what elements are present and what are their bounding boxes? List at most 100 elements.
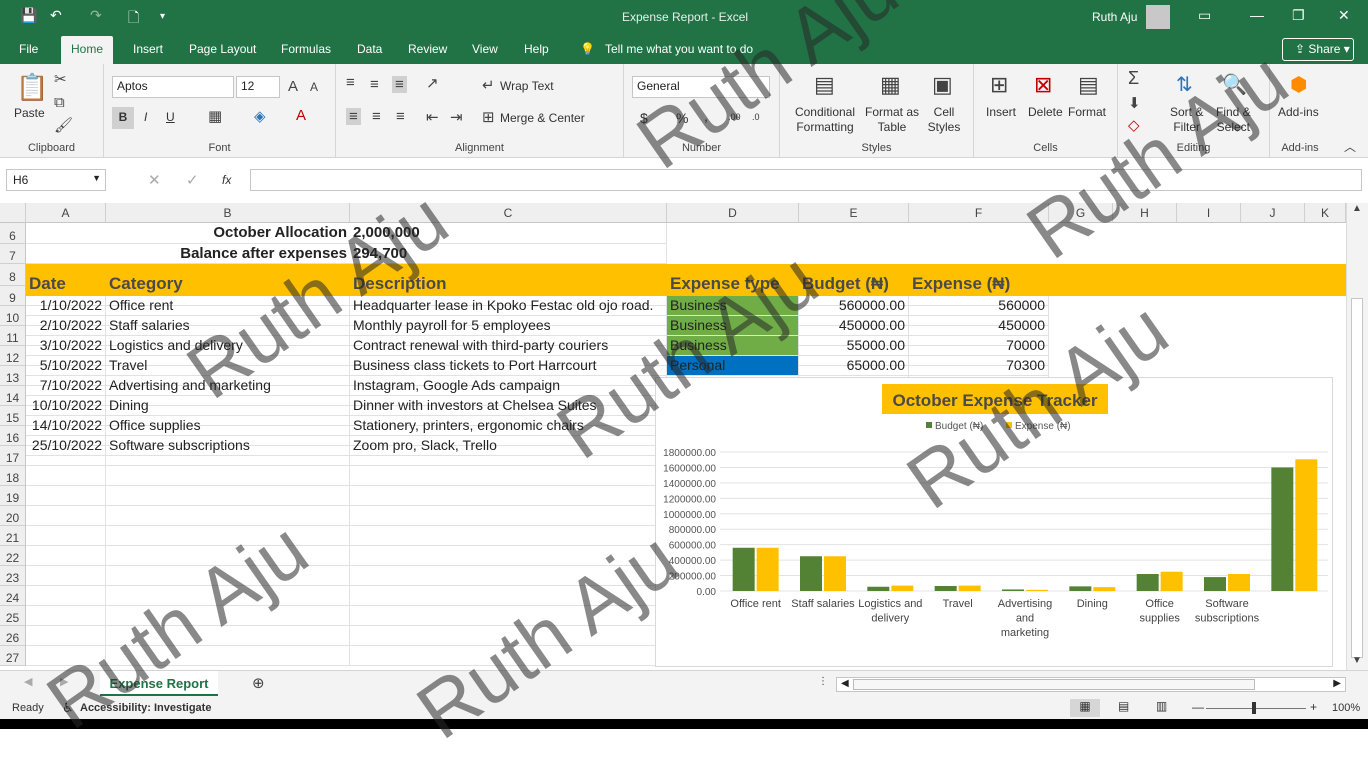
grid-cell[interactable] xyxy=(350,626,667,646)
grid-cell[interactable] xyxy=(350,486,667,506)
row-header[interactable]: 17 xyxy=(0,446,26,466)
share-button[interactable]: ⇪ Share ▾ xyxy=(1282,38,1354,61)
column-header[interactable]: F xyxy=(909,203,1049,223)
horizontal-scrollbar[interactable]: ◀ ▶ xyxy=(836,677,1346,692)
row-header[interactable]: 16 xyxy=(0,426,26,446)
table-cell[interactable]: Headquarter lease in Kpoko Festac old oj… xyxy=(350,296,667,316)
row-header[interactable]: 13 xyxy=(0,366,26,386)
sheet-tab-expense-report[interactable]: Expense Report xyxy=(100,671,218,696)
format-as-table-button[interactable]: Format as Table xyxy=(862,105,922,135)
table-cell[interactable]: Business class tickets to Port Harrcourt xyxy=(350,356,667,376)
row-header[interactable]: 27 xyxy=(0,646,26,666)
insert-cells-icon[interactable]: ⊞ xyxy=(990,72,1008,98)
cut-icon[interactable]: ✂ xyxy=(54,70,67,88)
add-ins-button[interactable]: Add-ins xyxy=(1278,105,1319,120)
grid-cell[interactable] xyxy=(26,566,106,586)
table-cell[interactable]: Dining xyxy=(106,396,350,416)
column-header[interactable]: A xyxy=(26,203,106,223)
italic-button[interactable]: I xyxy=(144,110,147,124)
scroll-right-icon[interactable]: ▶ xyxy=(1333,678,1341,689)
column-header[interactable]: G xyxy=(1049,203,1113,223)
table-cell[interactable]: 560000 xyxy=(909,296,1049,316)
row-header[interactable]: 20 xyxy=(0,506,26,526)
grid-cell[interactable] xyxy=(26,646,106,666)
table-cell[interactable]: Software subscriptions xyxy=(106,436,350,456)
select-all-button[interactable] xyxy=(0,203,26,223)
decrease-decimal-button[interactable]: .0 xyxy=(752,112,760,122)
cancel-icon[interactable]: ✕ xyxy=(148,171,161,189)
table-cell[interactable]: 55000.00 xyxy=(799,336,909,356)
align-left-icon[interactable]: ≡ xyxy=(346,108,361,125)
paste-button[interactable]: Paste xyxy=(14,106,45,121)
tab-help[interactable]: Help xyxy=(524,42,549,56)
grid-cell[interactable] xyxy=(26,506,106,526)
underline-button[interactable]: U xyxy=(166,110,175,124)
row-header[interactable]: 6 xyxy=(0,223,26,244)
table-cell[interactable]: Office supplies xyxy=(106,416,350,436)
increase-font-icon[interactable]: A xyxy=(288,78,298,95)
column-header[interactable]: H xyxy=(1113,203,1177,223)
table-cell[interactable]: 25/10/2022 xyxy=(26,436,106,456)
column-title[interactable]: Expense type xyxy=(667,264,799,296)
table-cell[interactable]: 2/10/2022 xyxy=(26,316,106,336)
table-cell[interactable]: 70300 xyxy=(909,356,1049,376)
row-header[interactable]: 12 xyxy=(0,346,26,366)
sort-filter-icon[interactable]: ⇅ xyxy=(1176,72,1193,97)
grid-cell[interactable] xyxy=(106,546,350,566)
scroll-left-icon[interactable]: ◀ xyxy=(841,678,849,689)
table-cell[interactable]: 10/10/2022 xyxy=(26,396,106,416)
table-cell[interactable]: 65000.00 xyxy=(799,356,909,376)
format-cells-button[interactable]: Format xyxy=(1068,105,1106,120)
wrap-text-icon[interactable]: ↵ xyxy=(482,76,495,94)
format-cells-icon[interactable]: ▤ xyxy=(1078,72,1099,98)
avatar[interactable] xyxy=(1146,5,1170,29)
grid-cell[interactable] xyxy=(106,586,350,606)
grid-cell[interactable] xyxy=(350,526,667,546)
enter-icon[interactable]: ✓ xyxy=(186,171,199,189)
font-name-select[interactable]: Aptos xyxy=(112,76,234,98)
table-cell[interactable]: Advertising and marketing xyxy=(106,376,350,396)
column-title[interactable]: Expense (₦) xyxy=(909,264,1049,296)
normal-view-icon[interactable]: ▦ xyxy=(1070,699,1100,717)
fill-color-icon[interactable]: ◈ xyxy=(254,107,266,125)
table-cell[interactable]: Travel xyxy=(106,356,350,376)
row-header[interactable]: 11 xyxy=(0,326,26,346)
grid-cell[interactable] xyxy=(106,566,350,586)
increase-decimal-button[interactable]: .00 xyxy=(728,112,741,122)
percent-button[interactable]: % xyxy=(676,110,688,126)
grid-cell[interactable] xyxy=(26,626,106,646)
save-icon[interactable]: 💾 xyxy=(20,7,37,24)
grid-cell[interactable] xyxy=(106,606,350,626)
more-options-icon[interactable]: ⋮ xyxy=(818,676,828,687)
expense-chart[interactable]: October Expense Tracker Budget (₦) Expense… xyxy=(655,377,1333,667)
row-header[interactable]: 9 xyxy=(0,286,26,306)
delete-cells-button[interactable]: Delete xyxy=(1028,105,1063,120)
align-right-icon[interactable]: ≡ xyxy=(396,108,405,125)
page-break-view-icon[interactable]: ▥ xyxy=(1156,699,1167,713)
table-cell[interactable]: Contract renewal with third-party courie… xyxy=(350,336,667,356)
currency-button[interactable]: $ xyxy=(640,110,648,126)
table-cell[interactable]: 14/10/2022 xyxy=(26,416,106,436)
table-cell[interactable]: Zoom pro, Slack, Trello xyxy=(350,436,667,456)
redo-icon[interactable]: ↷ xyxy=(90,7,102,24)
grid-cell[interactable] xyxy=(26,466,106,486)
table-cell[interactable]: Personal xyxy=(667,356,799,376)
undo-icon[interactable]: ↶ xyxy=(50,7,62,24)
table-cell[interactable]: Business xyxy=(667,316,799,336)
table-cell[interactable]: Logistics and delivery xyxy=(106,336,350,356)
grid-cell[interactable] xyxy=(350,566,667,586)
grid-cell[interactable] xyxy=(350,646,667,666)
grid-cell[interactable] xyxy=(106,466,350,486)
comma-button[interactable]: , xyxy=(704,108,708,124)
merge-icon[interactable]: ⊞ xyxy=(482,108,495,126)
table-cell[interactable]: 3/10/2022 xyxy=(26,336,106,356)
sort-filter-button[interactable]: Sort & Filter xyxy=(1170,105,1203,135)
row-header[interactable]: 10 xyxy=(0,306,26,326)
column-title[interactable]: Date xyxy=(26,264,106,296)
grid-cell[interactable] xyxy=(26,546,106,566)
collapse-ribbon-icon[interactable]: ︿ xyxy=(1344,138,1356,155)
add-sheet-icon[interactable]: ⊕ xyxy=(252,674,265,692)
tab-formulas[interactable]: Formulas xyxy=(281,42,331,56)
next-sheet-icon[interactable]: ▶ xyxy=(60,675,68,688)
page-layout-view-icon[interactable]: ▤ xyxy=(1118,699,1129,713)
